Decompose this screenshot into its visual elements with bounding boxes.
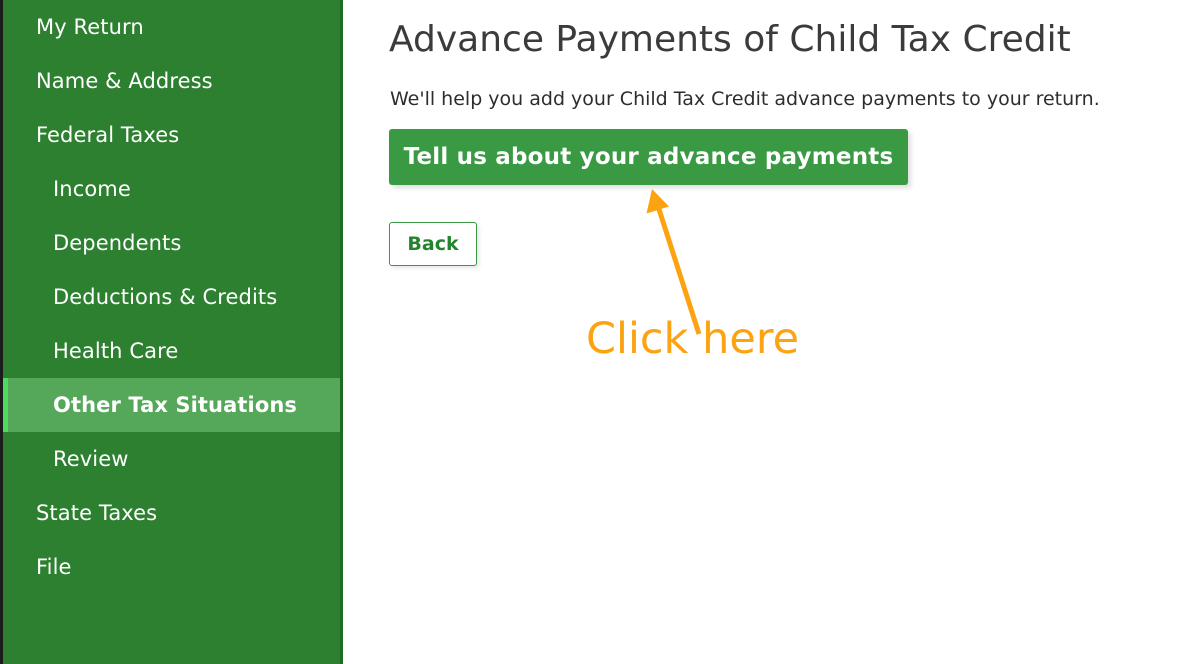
sidebar-item-state-taxes[interactable]: State Taxes <box>3 486 343 540</box>
sidebar-item-label: Federal Taxes <box>36 122 180 147</box>
sidebar-item-label: File <box>36 554 72 579</box>
sidebar-item-deductions-credits[interactable]: Deductions & Credits <box>3 270 343 324</box>
sidebar-item-name-address[interactable]: Name & Address <box>3 54 343 108</box>
sidebar-navigation: My Return Name & Address Federal Taxes I… <box>0 0 343 664</box>
back-button[interactable]: Back <box>389 222 477 266</box>
sidebar-item-label: Health Care <box>53 338 179 363</box>
sidebar-item-label: Review <box>53 446 129 471</box>
sidebar-item-health-care[interactable]: Health Care <box>3 324 343 378</box>
tell-us-about-advance-payments-button[interactable]: Tell us about your advance payments <box>389 129 908 185</box>
sidebar-item-label: My Return <box>36 14 144 39</box>
main-content: Advance Payments of Child Tax Credit We'… <box>343 0 1200 664</box>
sidebar-item-my-return[interactable]: My Return <box>3 0 343 54</box>
page-title: Advance Payments of Child Tax Credit <box>389 19 1071 60</box>
page-subtitle: We'll help you add your Child Tax Credit… <box>390 88 1100 110</box>
sidebar-item-file[interactable]: File <box>3 540 343 594</box>
sidebar-item-list: My Return Name & Address Federal Taxes I… <box>3 0 343 594</box>
sidebar-item-review[interactable]: Review <box>3 432 343 486</box>
sidebar-item-other-tax-situations[interactable]: Other Tax Situations <box>3 378 343 432</box>
sidebar-item-label: Dependents <box>53 230 182 255</box>
sidebar-item-label: Name & Address <box>36 68 213 93</box>
active-accent-bar <box>3 378 8 432</box>
sidebar-item-dependents[interactable]: Dependents <box>3 216 343 270</box>
app-root: My Return Name & Address Federal Taxes I… <box>0 0 1200 664</box>
sidebar-item-label: State Taxes <box>36 500 158 525</box>
sidebar-item-label: Other Tax Situations <box>53 392 297 417</box>
sidebar-item-label: Income <box>53 176 131 201</box>
sidebar-item-label: Deductions & Credits <box>53 284 278 309</box>
sidebar-item-income[interactable]: Income <box>3 162 343 216</box>
sidebar-item-federal-taxes[interactable]: Federal Taxes <box>3 108 343 162</box>
